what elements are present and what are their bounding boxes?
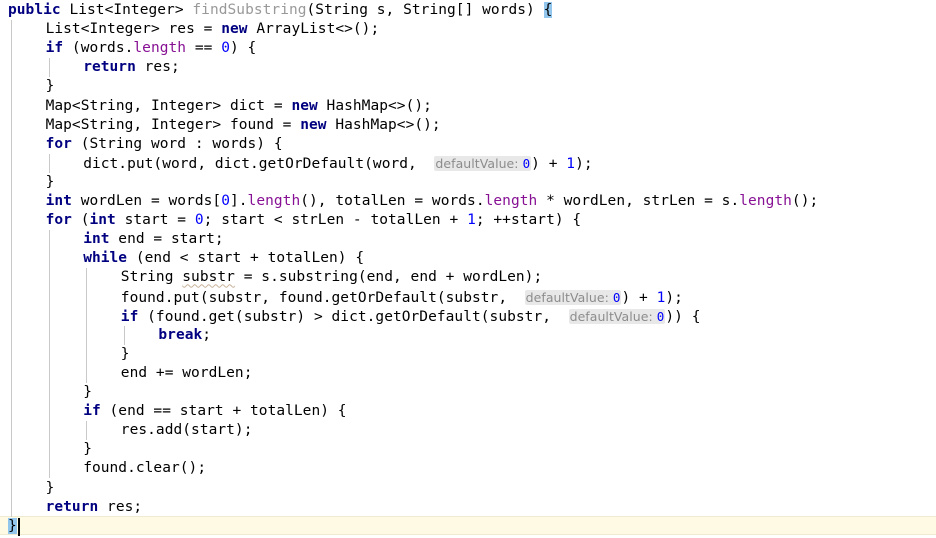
current-line-highlight	[0, 515, 936, 535]
code-line[interactable]: for (int start = 0; start < strLen - tot…	[46, 211, 582, 230]
code-line[interactable]: int end = start;	[83, 230, 223, 249]
indent-guide	[86, 268, 87, 383]
code-line[interactable]: public List<Integer> findSubstring(Strin…	[8, 1, 553, 20]
code-line[interactable]: }	[121, 345, 130, 364]
indent-guide	[86, 421, 87, 441]
code-line[interactable]: Map<String, Integer> found = new HashMap…	[46, 116, 441, 135]
indent-guide	[49, 58, 50, 78]
code-line[interactable]: found.clear();	[83, 459, 206, 478]
code-line[interactable]: end += wordLen;	[121, 364, 253, 383]
code-line[interactable]: res.add(start);	[121, 421, 253, 440]
code-line[interactable]: }	[46, 77, 55, 96]
code-line[interactable]: found.put(substr, found.getOrDefault(sub…	[121, 288, 683, 307]
code-line[interactable]: break;	[158, 326, 211, 345]
code-line[interactable]: while (end < start + totalLen) {	[83, 249, 364, 268]
code-line[interactable]: }	[83, 440, 92, 459]
indent-guide	[124, 325, 125, 345]
indent-guide	[11, 20, 12, 517]
code-line[interactable]: dict.put(word, dict.getOrDefault(word, d…	[83, 154, 593, 173]
indent-guide	[49, 153, 50, 173]
code-line[interactable]: }	[46, 173, 55, 192]
code-line[interactable]: if (found.get(substr) > dict.getOrDefaul…	[121, 307, 701, 326]
code-line[interactable]: for (String word : words) {	[46, 135, 283, 154]
indent-guide	[49, 230, 50, 479]
text-caret	[18, 517, 21, 536]
code-line[interactable]: Map<String, Integer> dict = new HashMap<…	[46, 97, 432, 116]
code-line[interactable]: if (words.length == 0) {	[46, 39, 257, 58]
code-line[interactable]: return res;	[46, 498, 143, 517]
code-line[interactable]: if (end == start + totalLen) {	[83, 402, 346, 421]
code-line[interactable]: }	[83, 383, 92, 402]
code-editor[interactable]: public List<Integer> findSubstring(Strin…	[0, 0, 936, 538]
code-line[interactable]: }	[8, 517, 17, 536]
code-line[interactable]: String substr = s.substring(end, end + w…	[121, 268, 542, 287]
code-line[interactable]: int wordLen = words[0].length(), totalLe…	[46, 192, 819, 211]
code-line[interactable]: return res;	[83, 58, 180, 77]
code-line[interactable]: List<Integer> res = new ArrayList<>();	[46, 20, 380, 39]
code-line[interactable]: }	[46, 479, 55, 498]
